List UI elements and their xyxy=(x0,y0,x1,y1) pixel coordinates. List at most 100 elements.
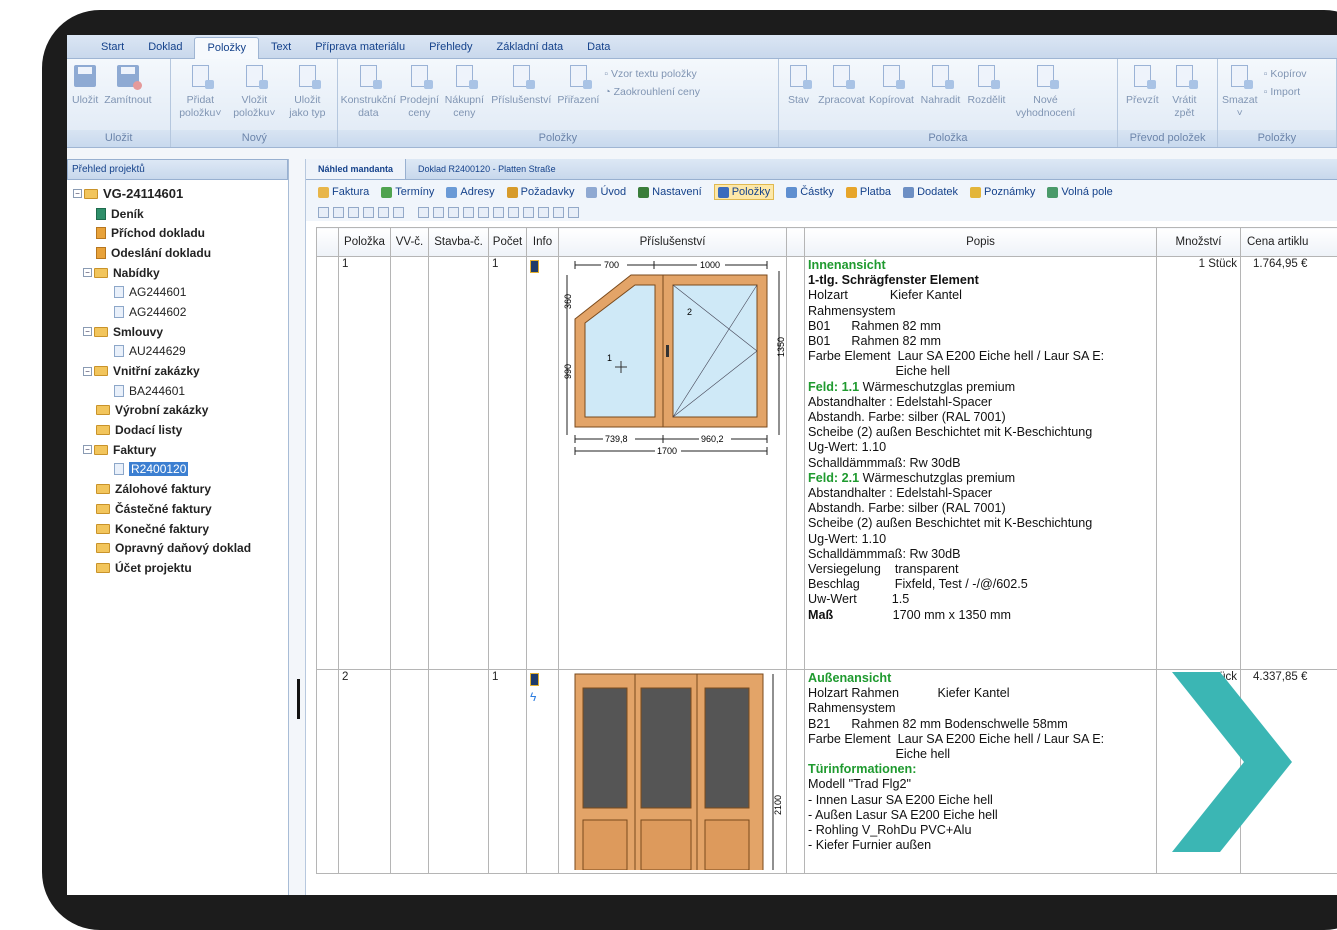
info-icon[interactable] xyxy=(530,260,539,273)
info-icon[interactable] xyxy=(530,673,539,686)
tab-data[interactable]: Data xyxy=(575,37,622,58)
description-line-text: Abstandhalter : Edelstahl-Spacer xyxy=(808,486,992,500)
tree-node[interactable]: R2400120 xyxy=(73,460,288,480)
tree-node[interactable]: Dodací listy xyxy=(73,420,288,440)
section-tab[interactable]: Volná pole xyxy=(1047,186,1112,198)
tab-client-preview[interactable]: Náhled mandanta xyxy=(306,159,406,179)
section-tab[interactable]: Platba xyxy=(846,186,891,198)
tree-node[interactable]: −Faktury xyxy=(73,440,288,460)
tree-node[interactable]: Opravný daňový doklad xyxy=(73,538,288,558)
rounding-button[interactable]: ◔ Zaokrouhlení ceny xyxy=(604,83,700,101)
tree-node[interactable]: Konečné faktury xyxy=(73,519,288,539)
tree-expander-icon[interactable]: − xyxy=(83,445,92,454)
col-header-cena[interactable]: Cena artiklu xyxy=(1241,228,1337,257)
col-header-popis[interactable]: Popis xyxy=(805,228,1157,257)
tree-node[interactable]: Odeslání dokladu xyxy=(73,243,288,263)
section-tab[interactable]: Faktura xyxy=(318,186,369,198)
take-over-icon xyxy=(1134,65,1151,87)
row-selector[interactable] xyxy=(317,670,339,874)
tool-icon[interactable] xyxy=(508,207,519,218)
tool-icon[interactable] xyxy=(318,207,329,218)
description-line: Modell "Trad Flg2" xyxy=(808,777,1153,792)
tool-icon[interactable] xyxy=(433,207,444,218)
tool-icon[interactable] xyxy=(568,207,579,218)
col-header-mnozstvi[interactable]: Množství xyxy=(1157,228,1241,257)
tool-icon[interactable] xyxy=(448,207,459,218)
tree-node[interactable]: −VG-24114601 xyxy=(73,184,288,204)
dim-left-1: 360 xyxy=(563,294,573,309)
row-selector[interactable] xyxy=(317,257,339,670)
tree-node[interactable]: Částečné faktury xyxy=(73,499,288,519)
tree-expander-icon[interactable]: − xyxy=(83,367,92,376)
tree-node[interactable]: AG244602 xyxy=(73,302,288,322)
tree-expander-icon[interactable]: − xyxy=(83,268,92,277)
tool-icon[interactable] xyxy=(538,207,549,218)
tool-icon[interactable] xyxy=(418,207,429,218)
col-header-info[interactable]: Info xyxy=(527,228,559,257)
section-tab[interactable]: Položky xyxy=(714,184,775,200)
tree-node[interactable]: Příchod dokladu xyxy=(73,223,288,243)
tool-icon[interactable] xyxy=(348,207,359,218)
tool-icon[interactable] xyxy=(393,207,404,218)
tree-node[interactable]: Účet projektu xyxy=(73,558,288,578)
tree-expander-icon[interactable]: − xyxy=(73,189,82,198)
tree-node[interactable]: Výrobní zakázky xyxy=(73,401,288,421)
tree-expander-icon[interactable]: − xyxy=(83,327,92,336)
description-line: Holzart Kiefer Kantel xyxy=(808,288,1153,303)
col-header-vv[interactable]: VV-č. xyxy=(391,228,429,257)
tab-polozky[interactable]: Položky xyxy=(194,37,259,59)
tree-node[interactable]: AG244601 xyxy=(73,282,288,302)
section-tab[interactable]: Částky xyxy=(786,186,834,198)
tree-node-label: Deník xyxy=(111,207,144,221)
tab-document[interactable]: Doklad R2400120 - Platten Straße xyxy=(406,159,568,179)
description-line-rest: Wärmeschutzglas premium xyxy=(859,471,1015,485)
tab-prehledy[interactable]: Přehledy xyxy=(417,37,484,58)
col-header-pocet[interactable]: Počet xyxy=(489,228,527,257)
col-header-prislusenstvi[interactable]: Příslušenství xyxy=(559,228,787,257)
tool-icon[interactable] xyxy=(478,207,489,218)
description-text: AußenansichtHolzart Rahmen Kiefer Kantel… xyxy=(808,671,1153,853)
copy-small-button[interactable]: ▫ Kopírov xyxy=(1264,65,1307,83)
import-button[interactable]: ▫ Import xyxy=(1264,83,1307,101)
next-arrow-icon[interactable] xyxy=(1172,672,1292,852)
section-tab[interactable]: Požadavky xyxy=(507,186,575,198)
tree-node[interactable]: −Nabídky xyxy=(73,263,288,283)
section-tab[interactable]: Úvod xyxy=(586,186,626,198)
section-tab[interactable]: Poznámky xyxy=(970,186,1035,198)
panel-splitter[interactable] xyxy=(289,149,305,895)
cell-vv xyxy=(391,670,429,874)
tool-icon[interactable] xyxy=(493,207,504,218)
section-tab[interactable]: Dodatek xyxy=(903,186,958,198)
tool-icon[interactable] xyxy=(363,207,374,218)
tool-icon[interactable] xyxy=(333,207,344,218)
dim-left-2: 990 xyxy=(563,364,573,379)
tree-node[interactable]: Deník xyxy=(73,204,288,224)
col-header-stavba[interactable]: Stavba-č. xyxy=(429,228,489,257)
description-line: Scheibe (2) außen Beschichtet mit K-Besc… xyxy=(808,516,1153,531)
tab-text[interactable]: Text xyxy=(259,37,303,58)
tree-node[interactable]: BA244601 xyxy=(73,381,288,401)
section-tab[interactable]: Adresy xyxy=(446,186,494,198)
description-line: Abstandhalter : Edelstahl-Spacer xyxy=(808,486,1153,501)
description-line: - Außen Lasur SA E200 Eiche hell xyxy=(808,808,1153,823)
text-template-button[interactable]: ▫ Vzor textu položky xyxy=(604,65,700,83)
tab-doklad[interactable]: Doklad xyxy=(136,37,194,58)
tool-icon[interactable] xyxy=(523,207,534,218)
state-label: Stav xyxy=(788,94,809,107)
tab-zakladni-data[interactable]: Základní data xyxy=(485,37,576,58)
tab-start[interactable]: Start xyxy=(89,37,136,58)
table-row[interactable]: 1 1 700 1000 xyxy=(317,257,1337,670)
description-line: Rahmensystem xyxy=(808,304,1153,319)
tree-node[interactable]: −Smlouvy xyxy=(73,322,288,342)
tool-icon[interactable] xyxy=(378,207,389,218)
section-tab[interactable]: Nastavení xyxy=(638,186,702,198)
description-line: Uw-Wert 1.5 xyxy=(808,592,1153,607)
col-header-polozka[interactable]: Položka xyxy=(339,228,391,257)
tree-node[interactable]: Zálohové faktury xyxy=(73,479,288,499)
tree-node[interactable]: −Vnitřní zakázky xyxy=(73,361,288,381)
tool-icon[interactable] xyxy=(553,207,564,218)
tool-icon[interactable] xyxy=(463,207,474,218)
tree-node[interactable]: AU244629 xyxy=(73,342,288,362)
section-tab[interactable]: Termíny xyxy=(381,186,434,198)
tab-priprava-materialu[interactable]: Příprava materiálu xyxy=(303,37,417,58)
